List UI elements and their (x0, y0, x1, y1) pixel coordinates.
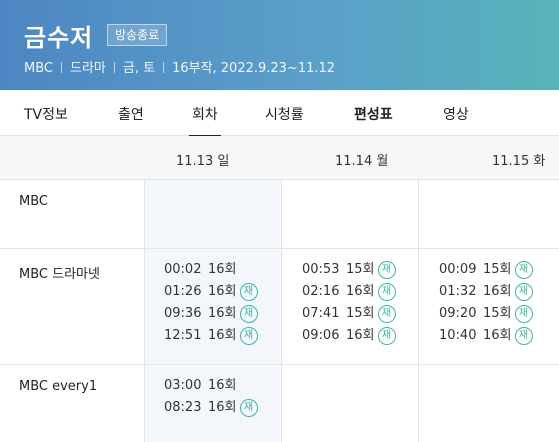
airing-time: 09:36 (164, 306, 202, 321)
tab-videos[interactable]: 영상 (443, 104, 469, 124)
airing-time: 09:20 (439, 306, 477, 321)
channel-name: MBC every1 (19, 379, 98, 394)
airing-time: 12:51 (164, 328, 202, 343)
airing-entry: 00:09 15회 재 (439, 259, 533, 281)
schedule-cell: 00:53 15회 재 02:16 16회 재 07:41 15회 재 09:06 16회 재 (302, 259, 396, 347)
airing-entry: 01:26 16회 재 (164, 281, 258, 303)
meta-genre: 드라마 (69, 61, 106, 76)
day-label: 11.14 월 (335, 154, 389, 169)
rerun-badge: 재 (377, 261, 396, 279)
rerun-badge: 재 (377, 327, 396, 345)
airing-entry: 02:16 16회 재 (302, 281, 396, 303)
tab-episodes[interactable]: 회차 (189, 104, 221, 137)
episode-number: 16회 (483, 284, 512, 299)
airing-entry: 10:40 16회 재 (439, 325, 533, 347)
schedule-day-header: 11.13 일 11.14 월 11.15 화 (0, 136, 559, 180)
meta-divider (163, 62, 165, 73)
episode-number: 16회 (208, 328, 237, 343)
rerun-badge: 재 (239, 283, 258, 301)
episode-number: 15회 (483, 262, 512, 277)
meta-episodes-period: 16부작, 2022.9.23~11.12 (172, 61, 336, 76)
rerun-badge: 재 (514, 305, 533, 323)
tab-tv-info[interactable]: TV정보 (24, 104, 68, 124)
episode-number: 16회 (346, 328, 375, 343)
column-divider (418, 180, 419, 442)
airing-time: 00:53 (302, 262, 340, 277)
row-divider (0, 248, 559, 249)
tab-ratings[interactable]: 시청률 (265, 104, 304, 124)
program-meta: MBC 드라마 금, 토 16부작, 2022.9.23~11.12 (24, 57, 335, 76)
program-header: 금수저 방송종료 MBC 드라마 금, 토 16부작, 2022.9.23~11.12 (0, 0, 559, 90)
airing-time: 03:00 (164, 378, 202, 393)
rerun-badge: 재 (239, 399, 258, 417)
tab-cast[interactable]: 출연 (118, 104, 144, 124)
episode-number: 16회 (483, 328, 512, 343)
rerun-badge: 재 (239, 305, 258, 323)
airing-entry: 00:53 15회 재 (302, 259, 396, 281)
airing-entry: 09:06 16회 재 (302, 325, 396, 347)
airing-entry: 08:23 16회 재 (164, 397, 258, 419)
episode-number: 16회 (346, 284, 375, 299)
schedule-cell: 00:02 16회 01:26 16회 재 09:36 16회 재 12:51 16회 재 (164, 259, 258, 347)
column-divider (144, 180, 145, 442)
episode-number: 16회 (208, 400, 237, 415)
rerun-badge: 재 (377, 305, 396, 323)
rerun-badge: 재 (377, 283, 396, 301)
row-divider (0, 364, 559, 365)
day-label: 11.15 화 (492, 154, 546, 169)
airing-time: 00:09 (439, 262, 477, 277)
program-title: 금수저 (24, 24, 94, 52)
episode-number: 16회 (208, 284, 237, 299)
airing-entry: 07:41 15회 재 (302, 303, 396, 325)
airing-time: 01:26 (164, 284, 202, 299)
episode-number: 15회 (346, 262, 375, 277)
tab-bar: TV정보 출연 회차 시청률 편성표 영상 (0, 90, 559, 137)
episode-number: 16회 (208, 378, 237, 393)
rerun-badge: 재 (514, 261, 533, 279)
airing-entry: 01:32 16회 재 (439, 281, 533, 303)
episode-number: 16회 (208, 306, 237, 321)
meta-airdays: 금, 토 (122, 61, 156, 76)
rerun-badge: 재 (239, 327, 258, 345)
airing-time: 01:32 (439, 284, 477, 299)
episode-number: 15회 (483, 306, 512, 321)
meta-divider (60, 62, 62, 73)
airing-entry: 09:20 15회 재 (439, 303, 533, 325)
day-label: 11.13 일 (176, 154, 230, 169)
airing-entry: 09:36 16회 재 (164, 303, 258, 325)
rerun-badge: 재 (514, 327, 533, 345)
status-badge: 방송종료 (107, 24, 168, 46)
airing-time: 07:41 (302, 306, 340, 321)
channel-name: MBC (19, 194, 48, 209)
airing-entry: 03:00 16회 (164, 375, 258, 397)
airing-time: 09:06 (302, 328, 340, 343)
meta-divider (113, 62, 115, 73)
column-divider (281, 180, 282, 442)
meta-channel: MBC (24, 61, 53, 76)
airing-time: 02:16 (302, 284, 340, 299)
channel-name: MBC 드라마넷 (19, 267, 100, 282)
episode-number: 16회 (208, 262, 237, 277)
schedule-grid: MBC MBC 드라마넷 00:02 16회 01:26 16회 재 09:36 16회 재 12:… (0, 180, 559, 442)
schedule-cell: 00:09 15회 재 01:32 16회 재 09:20 15회 재 10:40 16회 재 (439, 259, 533, 347)
tab-schedule[interactable]: 편성표 (354, 104, 393, 124)
airing-entry: 00:02 16회 (164, 259, 258, 281)
rerun-badge: 재 (514, 283, 533, 301)
airing-time: 10:40 (439, 328, 477, 343)
schedule-cell: 03:00 16회 08:23 16회 재 (164, 375, 258, 419)
episode-number: 15회 (346, 306, 375, 321)
airing-entry: 12:51 16회 재 (164, 325, 258, 347)
airing-time: 00:02 (164, 262, 202, 277)
airing-time: 08:23 (164, 400, 202, 415)
